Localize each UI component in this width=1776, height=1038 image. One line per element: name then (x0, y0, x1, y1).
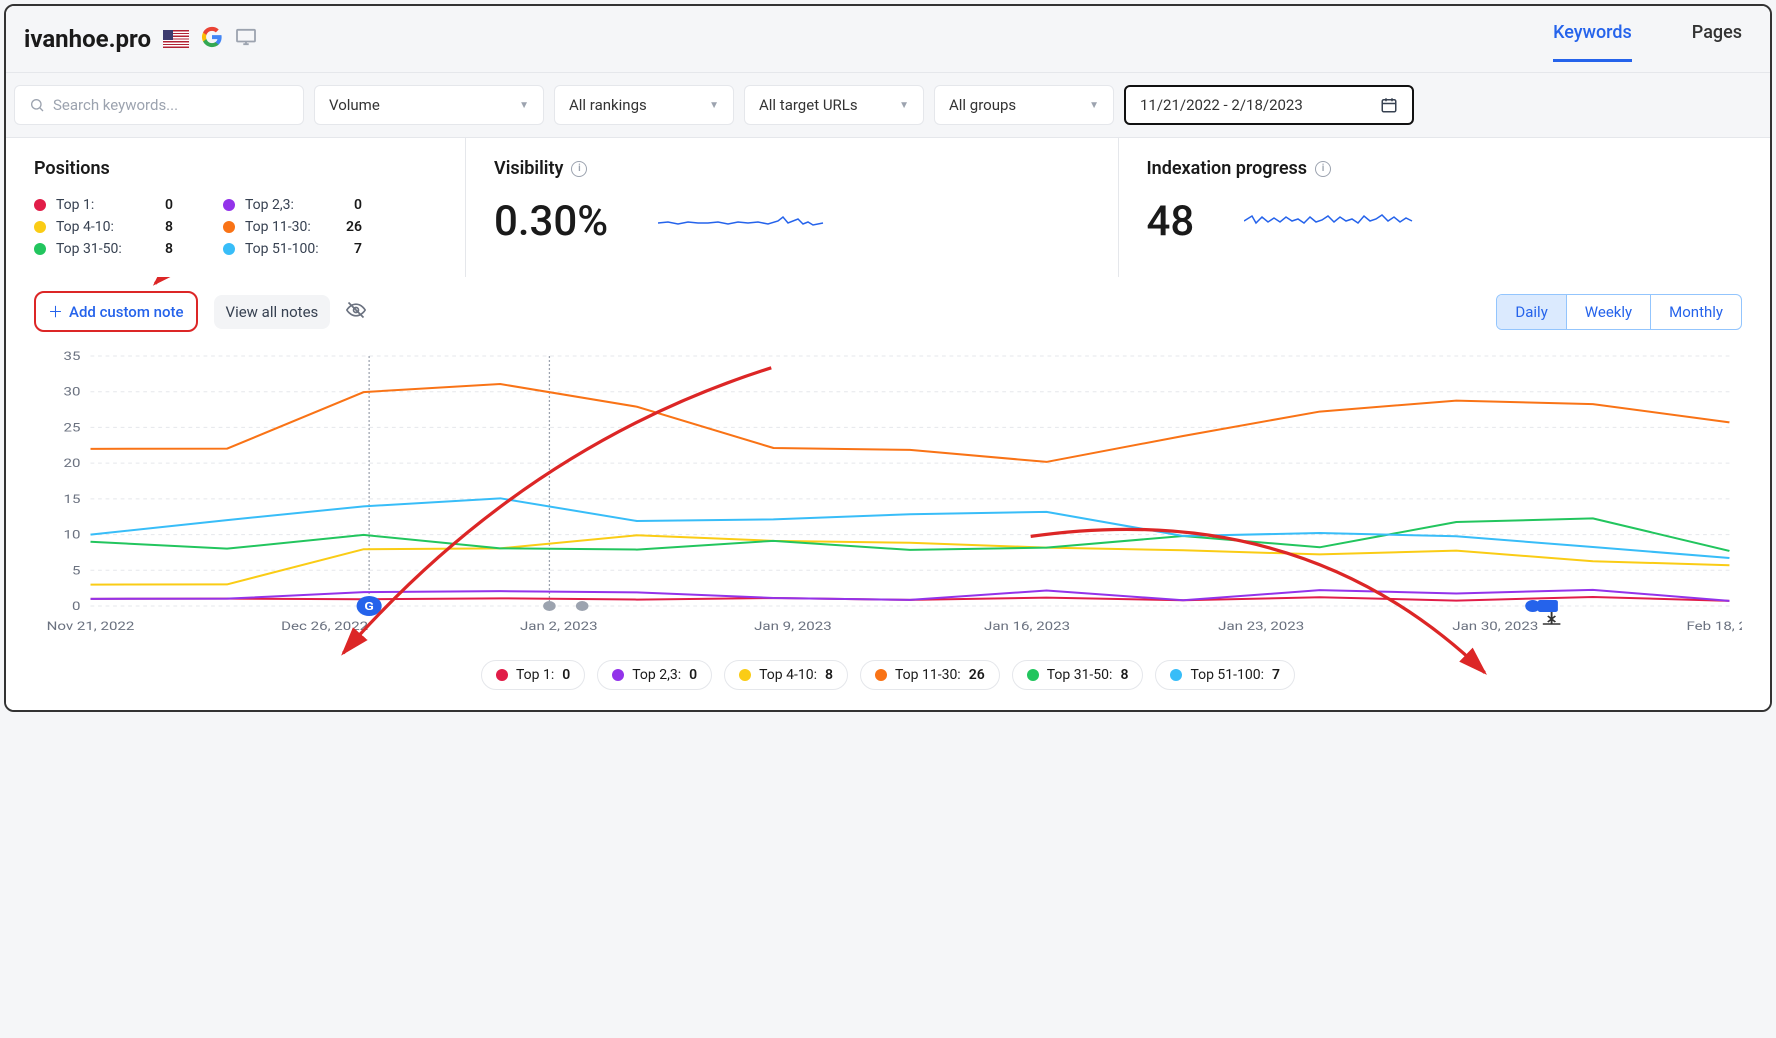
eye-off-icon[interactable] (346, 300, 366, 324)
position-item[interactable]: Top 1:0 (34, 197, 173, 213)
legend-item[interactable]: Top 51-100: 7 (1155, 660, 1295, 690)
monthly-button[interactable]: Monthly (1651, 295, 1741, 329)
visibility-sparkline (658, 205, 828, 235)
add-custom-note-button[interactable]: ＋ Add custom note (34, 291, 198, 332)
visibility-block: Visibilityi 0.30% (466, 138, 1119, 277)
target-urls-select[interactable]: All target URLs▼ (744, 85, 924, 125)
svg-text:20: 20 (64, 457, 81, 471)
domain-name: ivanhoe.pro (24, 25, 151, 53)
volume-select[interactable]: Volume▼ (314, 85, 544, 125)
position-item[interactable]: Top 51-100:7 (223, 241, 362, 257)
svg-text:G: G (364, 600, 373, 613)
time-granularity-toggle: Daily Weekly Monthly (1496, 294, 1742, 330)
svg-text:25: 25 (64, 421, 81, 435)
legend-item[interactable]: Top 31-50: 8 (1012, 660, 1144, 690)
svg-text:Dec 26, 2022: Dec 26, 2022 (281, 619, 368, 633)
svg-text:10: 10 (64, 528, 81, 542)
visibility-title: Visibilityi (494, 158, 1090, 179)
svg-text:Jan 9, 2023: Jan 9, 2023 (754, 619, 832, 633)
chevron-down-icon: ▼ (519, 100, 529, 111)
info-icon[interactable]: i (1315, 161, 1331, 177)
chevron-down-icon: ▼ (899, 100, 909, 111)
legend-item[interactable]: Top 4-10: 8 (724, 660, 848, 690)
color-dot (223, 221, 235, 233)
visibility-value: 0.30% (494, 197, 608, 246)
position-item[interactable]: Top 31-50:8 (34, 241, 173, 257)
positions-block: Positions Top 1:0 Top 4-10:8 Top 31-50:8 To… (6, 138, 466, 277)
rankings-select[interactable]: All rankings▼ (554, 85, 734, 125)
rankings-chart[interactable]: 0 5 10 15 20 25 30 35 Nov 21, 2022 Dec 26, 2022 Ja… (6, 346, 1770, 656)
svg-text:Feb 18, 2023: Feb 18, 2023 (1687, 619, 1742, 633)
color-dot (1170, 669, 1182, 681)
daily-button[interactable]: Daily (1497, 295, 1566, 329)
chevron-down-icon: ▼ (1089, 100, 1099, 111)
svg-text:35: 35 (64, 349, 81, 363)
plus-icon: ＋ (48, 301, 63, 322)
tab-keywords[interactable]: Keywords (1553, 16, 1632, 62)
color-dot (223, 199, 235, 211)
search-input[interactable]: Search keywords... (14, 85, 304, 125)
svg-text:Jan 23, 2023: Jan 23, 2023 (1218, 619, 1304, 633)
color-dot (223, 243, 235, 255)
indexation-sparkline (1244, 205, 1414, 235)
color-dot (496, 669, 508, 681)
google-icon (201, 26, 223, 52)
color-dot (34, 243, 46, 255)
color-dot (875, 669, 887, 681)
position-item[interactable]: Top 2,3:0 (223, 197, 362, 213)
weekly-button[interactable]: Weekly (1567, 295, 1651, 329)
svg-text:0: 0 (72, 599, 80, 613)
desktop-icon (235, 28, 257, 50)
svg-text:Jan 2, 2023: Jan 2, 2023 (520, 619, 598, 633)
date-range-picker[interactable]: 11/21/2022 - 2/18/2023 (1124, 85, 1414, 125)
svg-text:5: 5 (72, 564, 81, 578)
legend-item[interactable]: Top 11-30: 26 (860, 660, 1000, 690)
groups-select[interactable]: All groups▼ (934, 85, 1114, 125)
svg-text:Jan 30, 2023: Jan 30, 2023 (1452, 619, 1538, 633)
svg-text:15: 15 (64, 492, 81, 506)
legend-item[interactable]: Top 1: 0 (481, 660, 585, 690)
position-item[interactable]: Top 11-30:26 (223, 219, 362, 235)
tab-pages[interactable]: Pages (1692, 16, 1742, 62)
color-dot (1027, 669, 1039, 681)
legend-item[interactable]: Top 2,3: 0 (597, 660, 712, 690)
svg-text:Nov 21, 2022: Nov 21, 2022 (47, 619, 135, 633)
calendar-icon (1380, 96, 1398, 114)
us-flag-icon (163, 30, 189, 48)
search-icon (29, 97, 45, 113)
view-all-notes-button[interactable]: View all notes (214, 295, 331, 329)
indexation-block: Indexation progressi 48 (1119, 138, 1771, 277)
color-dot (612, 669, 624, 681)
svg-text:Jan 16, 2023: Jan 16, 2023 (984, 619, 1070, 633)
info-icon[interactable]: i (571, 161, 587, 177)
position-item[interactable]: Top 4-10:8 (34, 219, 173, 235)
svg-text:30: 30 (64, 385, 81, 399)
color-dot (739, 669, 751, 681)
indexation-title: Indexation progressi (1147, 158, 1743, 179)
chevron-down-icon: ▼ (709, 100, 719, 111)
color-dot (34, 199, 46, 211)
positions-title: Positions (34, 158, 437, 179)
color-dot (34, 221, 46, 233)
indexation-value: 48 (1147, 197, 1195, 246)
